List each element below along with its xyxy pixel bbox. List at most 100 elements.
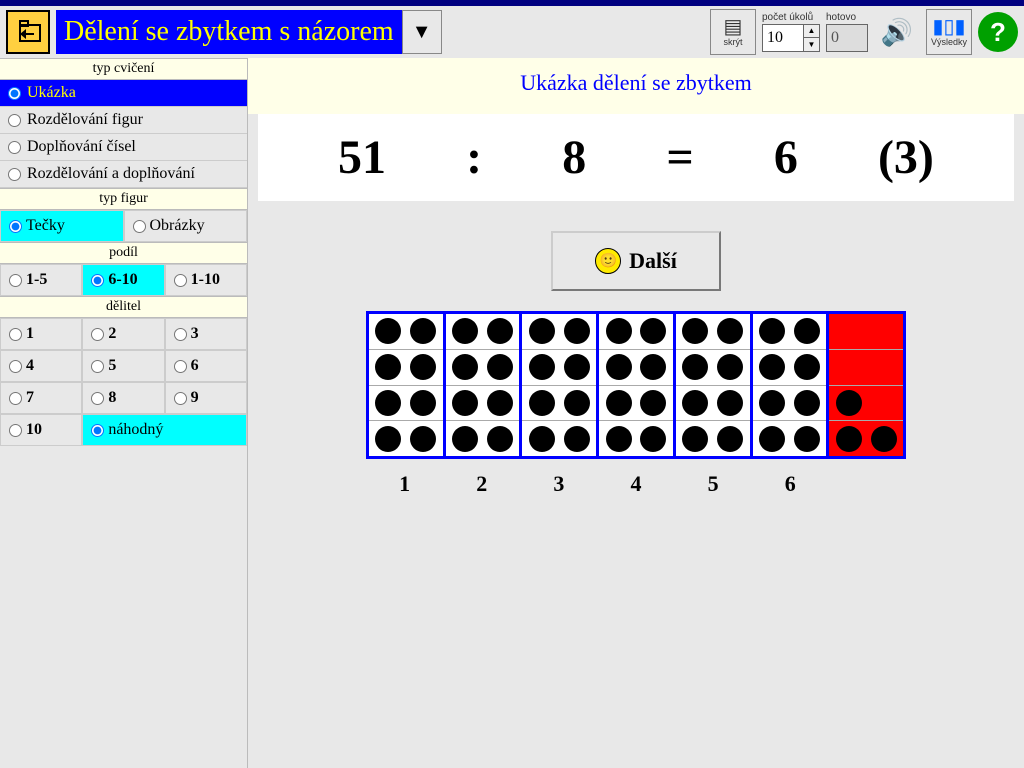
dot (410, 318, 436, 344)
dot-row (369, 350, 443, 386)
dot-row (446, 421, 520, 456)
title-text: Dělení se zbytkem s názorem (56, 10, 402, 54)
divisor-label: 4 (26, 357, 34, 375)
radio-icon[interactable] (8, 87, 21, 100)
divisor-option[interactable]: 4 (0, 350, 82, 382)
dot (717, 354, 743, 380)
dot (375, 390, 401, 416)
dot (564, 390, 590, 416)
back-button[interactable] (6, 10, 50, 54)
dot-row (369, 386, 443, 422)
dot (794, 354, 820, 380)
radio-icon[interactable] (9, 220, 22, 233)
radio-icon[interactable] (91, 424, 104, 437)
radio-icon[interactable] (91, 274, 104, 287)
divisor-option[interactable]: 9 (165, 382, 247, 414)
figure-option[interactable]: Tečky (0, 210, 124, 242)
radio-icon[interactable] (91, 328, 104, 341)
demo-title: Ukázka dělení se zbytkem (248, 58, 1024, 114)
radio-icon[interactable] (9, 424, 22, 437)
dot (794, 318, 820, 344)
radio-icon[interactable] (174, 360, 187, 373)
dot-row (599, 386, 673, 422)
dot-row (753, 350, 827, 386)
dot (606, 354, 632, 380)
tasks-up[interactable]: ▲ (803, 25, 819, 39)
tasks-label: počet úkolů (762, 13, 813, 23)
dot-row (522, 421, 596, 456)
dot (794, 426, 820, 452)
dot (529, 426, 555, 452)
tasks-down[interactable]: ▼ (803, 38, 819, 51)
exercise-option[interactable]: Rozdělování a doplňování (0, 161, 247, 188)
dot-row (599, 421, 673, 456)
column-labels: 123456 (366, 471, 906, 497)
quotient-label: 6-10 (108, 271, 137, 289)
radio-icon[interactable] (8, 168, 21, 181)
divisor-label: 2 (108, 325, 116, 343)
next-button[interactable]: 🙂 Další (551, 231, 721, 291)
dot-row (753, 386, 827, 422)
radio-icon[interactable] (133, 220, 146, 233)
radio-icon[interactable] (91, 360, 104, 373)
dot (871, 390, 897, 416)
dot (871, 318, 897, 344)
dot-row (676, 386, 750, 422)
dot (717, 426, 743, 452)
eq-equals: = (666, 130, 693, 185)
dot (410, 354, 436, 380)
remainder-column (829, 314, 903, 456)
divisor-option[interactable]: 6 (165, 350, 247, 382)
quotient-column (446, 314, 523, 456)
figure-option[interactable]: Obrázky (124, 210, 248, 242)
divisor-option[interactable]: 1 (0, 318, 82, 350)
divisor-option[interactable]: 8 (82, 382, 164, 414)
radio-icon[interactable] (9, 360, 22, 373)
eq-remainder: (3) (878, 130, 934, 185)
radio-icon[interactable] (9, 328, 22, 341)
dot (452, 318, 478, 344)
divisor-option[interactable]: 7 (0, 382, 82, 414)
radio-icon[interactable] (9, 392, 22, 405)
exercise-option[interactable]: Doplňování čísel (0, 134, 247, 161)
eq-dividend: 51 (338, 130, 386, 185)
exercise-option[interactable]: Rozdělování figur (0, 107, 247, 134)
divisor-label: náhodný (108, 421, 163, 439)
results-button[interactable]: ▮▯▮ Výsledky (926, 9, 972, 55)
divisor-option[interactable]: 3 (165, 318, 247, 350)
radio-icon[interactable] (8, 114, 21, 127)
divisor-option[interactable]: 2 (82, 318, 164, 350)
quotient-option[interactable]: 1-10 (165, 264, 247, 296)
dot (682, 390, 708, 416)
radio-icon[interactable] (174, 328, 187, 341)
hide-button[interactable]: ▤ skrýt (710, 9, 756, 55)
dot-row (522, 386, 596, 422)
dot-row (829, 350, 903, 386)
title-dropdown-arrow[interactable]: ▼ (402, 10, 442, 54)
done-label: hotovo (826, 13, 856, 23)
figure-label: Tečky (26, 217, 65, 235)
quotient-option[interactable]: 6-10 (82, 264, 164, 296)
dot-grid (366, 311, 906, 459)
dot (759, 390, 785, 416)
title-combo[interactable]: Dělení se zbytkem s názorem ▼ (56, 10, 442, 54)
exercise-option[interactable]: Ukázka (0, 80, 247, 107)
tasks-spinner[interactable]: počet úkolů 10 ▲ ▼ (762, 13, 820, 52)
dot (529, 318, 555, 344)
help-button[interactable]: ? (978, 12, 1018, 52)
radio-icon[interactable] (91, 392, 104, 405)
dot (452, 426, 478, 452)
section-divisor-title: dělitel (0, 296, 247, 318)
quotient-option[interactable]: 1-5 (0, 264, 82, 296)
radio-icon[interactable] (174, 274, 187, 287)
quotient-column (369, 314, 446, 456)
radio-icon[interactable] (9, 274, 22, 287)
divisor-option[interactable]: náhodný (82, 414, 247, 446)
dot-row (829, 314, 903, 350)
divisor-option[interactable]: 10 (0, 414, 82, 446)
radio-icon[interactable] (174, 392, 187, 405)
divisor-option[interactable]: 5 (82, 350, 164, 382)
sound-button[interactable]: 🔊 (874, 9, 920, 55)
hide-icon: ▤ (724, 17, 743, 37)
radio-icon[interactable] (8, 141, 21, 154)
